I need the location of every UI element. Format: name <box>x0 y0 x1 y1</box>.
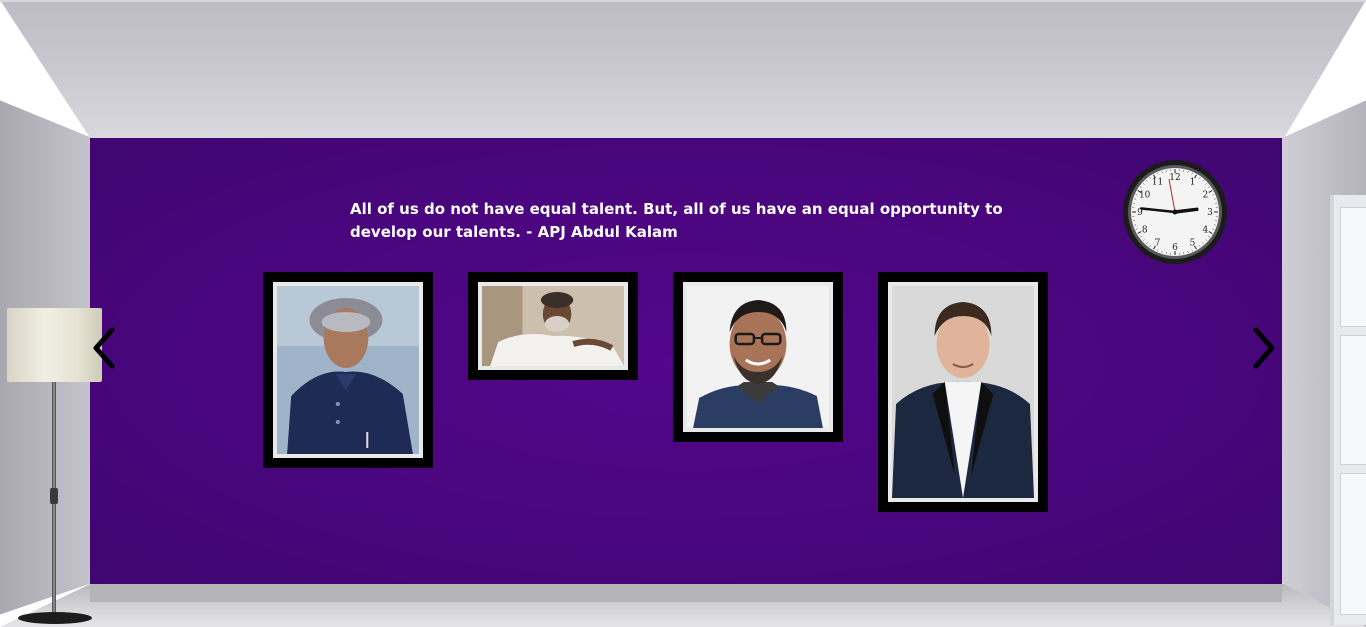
clock-icon: 12 1234567891011 <box>1123 160 1227 264</box>
window-pane <box>1340 473 1366 615</box>
ceiling-edge <box>0 0 1366 2</box>
ceiling <box>0 0 1366 138</box>
clock-numeral: 2 <box>1202 191 1208 201</box>
picture-frame[interactable] <box>878 272 1048 512</box>
clock-numeral: 5 <box>1190 238 1196 248</box>
clock-numeral: 11 <box>1152 178 1163 188</box>
chevron-right-icon <box>1253 327 1275 369</box>
previous-button[interactable] <box>88 326 120 370</box>
frame-mat <box>888 282 1038 502</box>
picture-frame[interactable] <box>263 272 433 468</box>
quote-text: All of us do not have equal talent. But,… <box>350 200 1003 241</box>
gallery-room: All of us do not have equal talent. But,… <box>0 0 1366 627</box>
picture-frame[interactable] <box>468 272 638 380</box>
frame-mat <box>478 282 628 370</box>
portrait-photo <box>892 286 1034 498</box>
next-button[interactable] <box>1248 326 1280 370</box>
clock-numeral: 6 <box>1172 243 1178 253</box>
lamp-joint <box>50 488 58 504</box>
clock-numeral: 7 <box>1155 238 1161 248</box>
wall-clock: 12 1 2 3 4 5 6 7 8 9 10 11 <box>1122 159 1228 265</box>
clock-numeral: 12 <box>1169 173 1180 183</box>
clock-numeral: 8 <box>1142 226 1148 236</box>
portrait-photo <box>277 286 419 454</box>
clock-numeral: 10 <box>1139 191 1151 201</box>
clock-numeral: 1 <box>1190 178 1196 188</box>
baseboard <box>90 584 1282 602</box>
portrait-photo <box>687 286 829 428</box>
window <box>1330 195 1366 625</box>
chevron-left-icon <box>93 327 115 369</box>
portrait-photo <box>482 286 624 366</box>
clock-numeral: 3 <box>1207 208 1213 218</box>
window-pane <box>1340 335 1366 465</box>
picture-frame[interactable] <box>673 272 843 442</box>
frame-mat <box>683 282 833 432</box>
frame-mat <box>273 282 423 458</box>
lamp-base <box>18 612 92 624</box>
window-pane <box>1340 207 1366 327</box>
clock-numeral: 4 <box>1202 226 1208 236</box>
